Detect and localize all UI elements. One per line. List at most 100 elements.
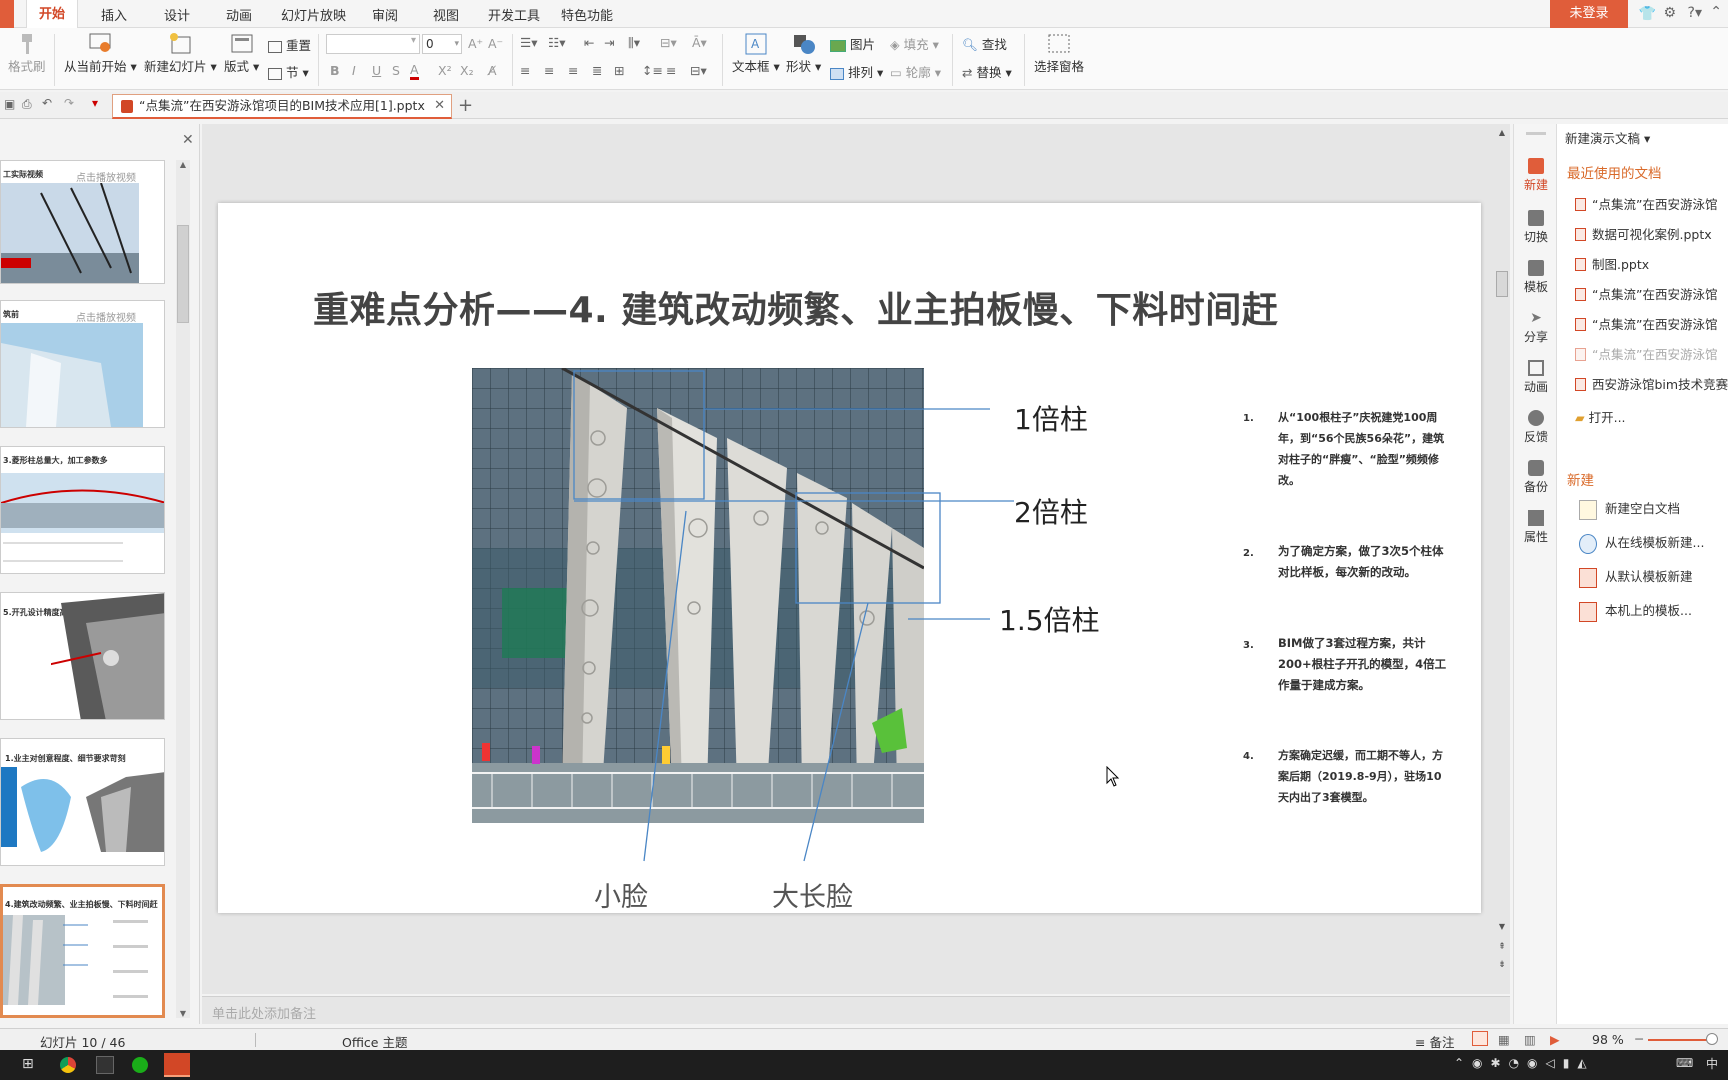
- local-template-link[interactable]: 本机上的模板...: [1579, 600, 1692, 622]
- reset-button[interactable]: 重置: [268, 35, 311, 54]
- label-small-face[interactable]: 小脸: [594, 875, 648, 914]
- arrange-button[interactable]: 排列 ▾: [830, 62, 883, 81]
- numbering-button[interactable]: ☷▾: [548, 35, 565, 50]
- help-icon[interactable]: ?▾: [1688, 5, 1702, 21]
- format-painter-button[interactable]: 格式刷: [8, 32, 46, 75]
- notes-input[interactable]: 单击此处添加备注: [202, 996, 1510, 1024]
- shrink-font-button[interactable]: A⁻: [488, 36, 503, 51]
- login-button[interactable]: 未登录: [1550, 0, 1628, 28]
- undo-icon[interactable]: ↶: [42, 96, 52, 110]
- slide-thumbnail-7[interactable]: 3.菱形柱总量大，加工参数多: [0, 446, 165, 574]
- scroll-down-icon[interactable]: ▼: [1494, 922, 1510, 931]
- label-1-5x-column[interactable]: 1.5倍柱: [999, 599, 1100, 639]
- document-tab[interactable]: “点集流”在西安游泳馆项目的BIM技术应用[1].pptx ✕: [112, 94, 452, 119]
- side-template-button[interactable]: 模板: [1514, 260, 1558, 295]
- text-box-button[interactable]: A 文本框 ▾: [732, 32, 780, 75]
- side-backup-button[interactable]: 备份: [1514, 460, 1558, 495]
- text-direction-button[interactable]: Ā▾: [692, 35, 707, 50]
- skin-icon[interactable]: 👕: [1639, 6, 1656, 22]
- from-current-button[interactable]: 从当前开始 ▾: [64, 32, 137, 75]
- bullets-button[interactable]: ☰▾: [520, 35, 537, 50]
- shape-button[interactable]: 形状 ▾: [786, 32, 821, 75]
- customize-icon[interactable]: ▾: [92, 96, 98, 110]
- open-file-link[interactable]: ▰ 打开...: [1575, 407, 1626, 426]
- new-tab-button[interactable]: +: [458, 95, 473, 116]
- underline-button[interactable]: U: [372, 63, 381, 78]
- scrollbar-thumb[interactable]: [177, 225, 189, 323]
- thumbnails-scrollbar[interactable]: ▲ ▼: [176, 160, 190, 1018]
- recent-doc-item[interactable]: 数据可视化案例.pptx: [1575, 224, 1712, 243]
- slide-thumbnail-6[interactable]: 筑前 点击播放视频: [0, 300, 165, 428]
- side-new-button[interactable]: 新建: [1514, 158, 1558, 193]
- close-tab-icon[interactable]: ✕: [434, 95, 445, 117]
- recent-doc-item[interactable]: 制图.pptx: [1575, 254, 1649, 273]
- strikethrough-button[interactable]: S: [392, 63, 400, 78]
- slideshow-icon[interactable]: ▶: [1550, 1032, 1560, 1047]
- align-text-button[interactable]: ⊟▾: [660, 35, 677, 50]
- align-right-button[interactable]: ≡: [568, 63, 578, 78]
- align-center-button[interactable]: ≡: [544, 63, 554, 78]
- tab-insert[interactable]: 插入: [101, 5, 127, 24]
- label-2x-column[interactable]: 2倍柱: [1014, 491, 1088, 531]
- zoom-slider-handle[interactable]: [1706, 1033, 1718, 1045]
- input-method-icon[interactable]: 中: [1706, 1055, 1718, 1072]
- notes-toggle-button[interactable]: ≡ 备注: [1415, 1032, 1454, 1051]
- line-spacing-button[interactable]: ↕≡: [642, 63, 663, 78]
- tab-home[interactable]: 开始: [26, 0, 79, 28]
- reading-view-icon[interactable]: ▥: [1524, 1032, 1536, 1047]
- recent-doc-item[interactable]: “点集流”在西安游泳馆: [1575, 194, 1717, 213]
- font-color-button[interactable]: A: [410, 62, 419, 80]
- new-online-template-link[interactable]: 从在线模板新建...: [1579, 532, 1704, 554]
- new-slide-button[interactable]: 新建幻灯片 ▾: [144, 32, 217, 75]
- slide-sorter-icon[interactable]: ▦: [1498, 1032, 1510, 1047]
- note-text[interactable]: 为了确定方案，做了3次5个柱体对比样板，每次新的改动。: [1278, 541, 1448, 583]
- side-share-button[interactable]: ➤ 分享: [1514, 310, 1558, 345]
- panel-header-dropdown[interactable]: 新建演示文稿 ▾: [1565, 128, 1650, 147]
- grow-font-button[interactable]: A⁺: [468, 36, 483, 51]
- columns-button[interactable]: ⫼▾: [628, 35, 640, 51]
- canvas-scrollbar[interactable]: ▲ ▼ ⇞ ⇟: [1494, 124, 1510, 994]
- paragraph-spacing-button[interactable]: ≡: [666, 63, 676, 78]
- next-slide-icon[interactable]: ⇟: [1494, 960, 1510, 970]
- side-switch-button[interactable]: 切换: [1514, 210, 1558, 245]
- previous-slide-icon[interactable]: ⇞: [1494, 942, 1510, 952]
- note-text[interactable]: BIM做了3套过程方案，共计200+根柱子开孔的模型，4倍工作量于建成方案。: [1278, 633, 1448, 696]
- new-blank-doc-link[interactable]: 新建空白文档: [1579, 498, 1680, 520]
- collapse-ribbon-icon[interactable]: ⌃: [1710, 4, 1722, 20]
- align-left-button[interactable]: ≡: [520, 63, 530, 78]
- slide-thumbnail-5[interactable]: 工实际视频 点击播放视频: [0, 160, 165, 284]
- redo-icon[interactable]: ↷: [64, 96, 74, 110]
- side-animation-button[interactable]: 动画: [1514, 360, 1558, 395]
- zoom-out-icon[interactable]: −: [1634, 1031, 1644, 1046]
- tab-view[interactable]: 视图: [433, 5, 459, 24]
- scroll-down-icon[interactable]: ▼: [176, 1009, 190, 1018]
- font-name-select[interactable]: ▾: [326, 34, 420, 54]
- outdent-button[interactable]: ⇤: [584, 35, 594, 50]
- replace-button[interactable]: ⇄ 替换 ▾: [962, 62, 1012, 81]
- font-size-select[interactable]: 0 ▾: [422, 34, 462, 54]
- tab-animation[interactable]: 动画: [226, 5, 252, 24]
- slide-thumbnail-9[interactable]: 1.业主对创意程度、细节要求苛刻: [0, 738, 165, 866]
- new-default-template-link[interactable]: 从默认模板新建: [1579, 566, 1693, 588]
- picture-button[interactable]: 图片: [830, 34, 875, 53]
- print-preview-icon[interactable]: ⎙: [22, 97, 32, 112]
- justify-button[interactable]: ≣: [592, 63, 602, 78]
- indent-button[interactable]: ⇥: [604, 35, 614, 50]
- save-icon[interactable]: ▣: [4, 97, 15, 111]
- tab-slideshow[interactable]: 幻灯片放映: [281, 5, 346, 24]
- side-feedback-button[interactable]: 反馈: [1514, 410, 1558, 445]
- fill-button[interactable]: ◈ 填充 ▾: [890, 34, 939, 53]
- recent-doc-item[interactable]: “点集流”在西安游泳馆: [1575, 284, 1717, 303]
- bold-button[interactable]: B: [330, 63, 340, 78]
- label-1x-column[interactable]: 1倍柱: [1014, 398, 1088, 438]
- slide-thumbnail-10-active[interactable]: 4.建筑改动频繁、业主拍板慢、下料时间赶: [0, 884, 165, 1018]
- recent-doc-item[interactable]: 西安游泳馆bim技术竞赛: [1575, 374, 1728, 393]
- subscript-button[interactable]: X₂: [460, 63, 474, 78]
- note-text[interactable]: 从“100根柱子”庆祝建党100周年，到“56个民族56朵花”，建筑对柱子的“胖…: [1278, 407, 1448, 491]
- label-long-face[interactable]: 大长脸: [772, 875, 853, 914]
- scrollbar-thumb[interactable]: [1496, 271, 1508, 297]
- wechat-icon[interactable]: [132, 1057, 148, 1073]
- distribute-button[interactable]: ⊞: [614, 63, 624, 78]
- app-menu-button[interactable]: [0, 0, 14, 28]
- recent-doc-item[interactable]: “点集流”在西安游泳馆: [1575, 344, 1717, 363]
